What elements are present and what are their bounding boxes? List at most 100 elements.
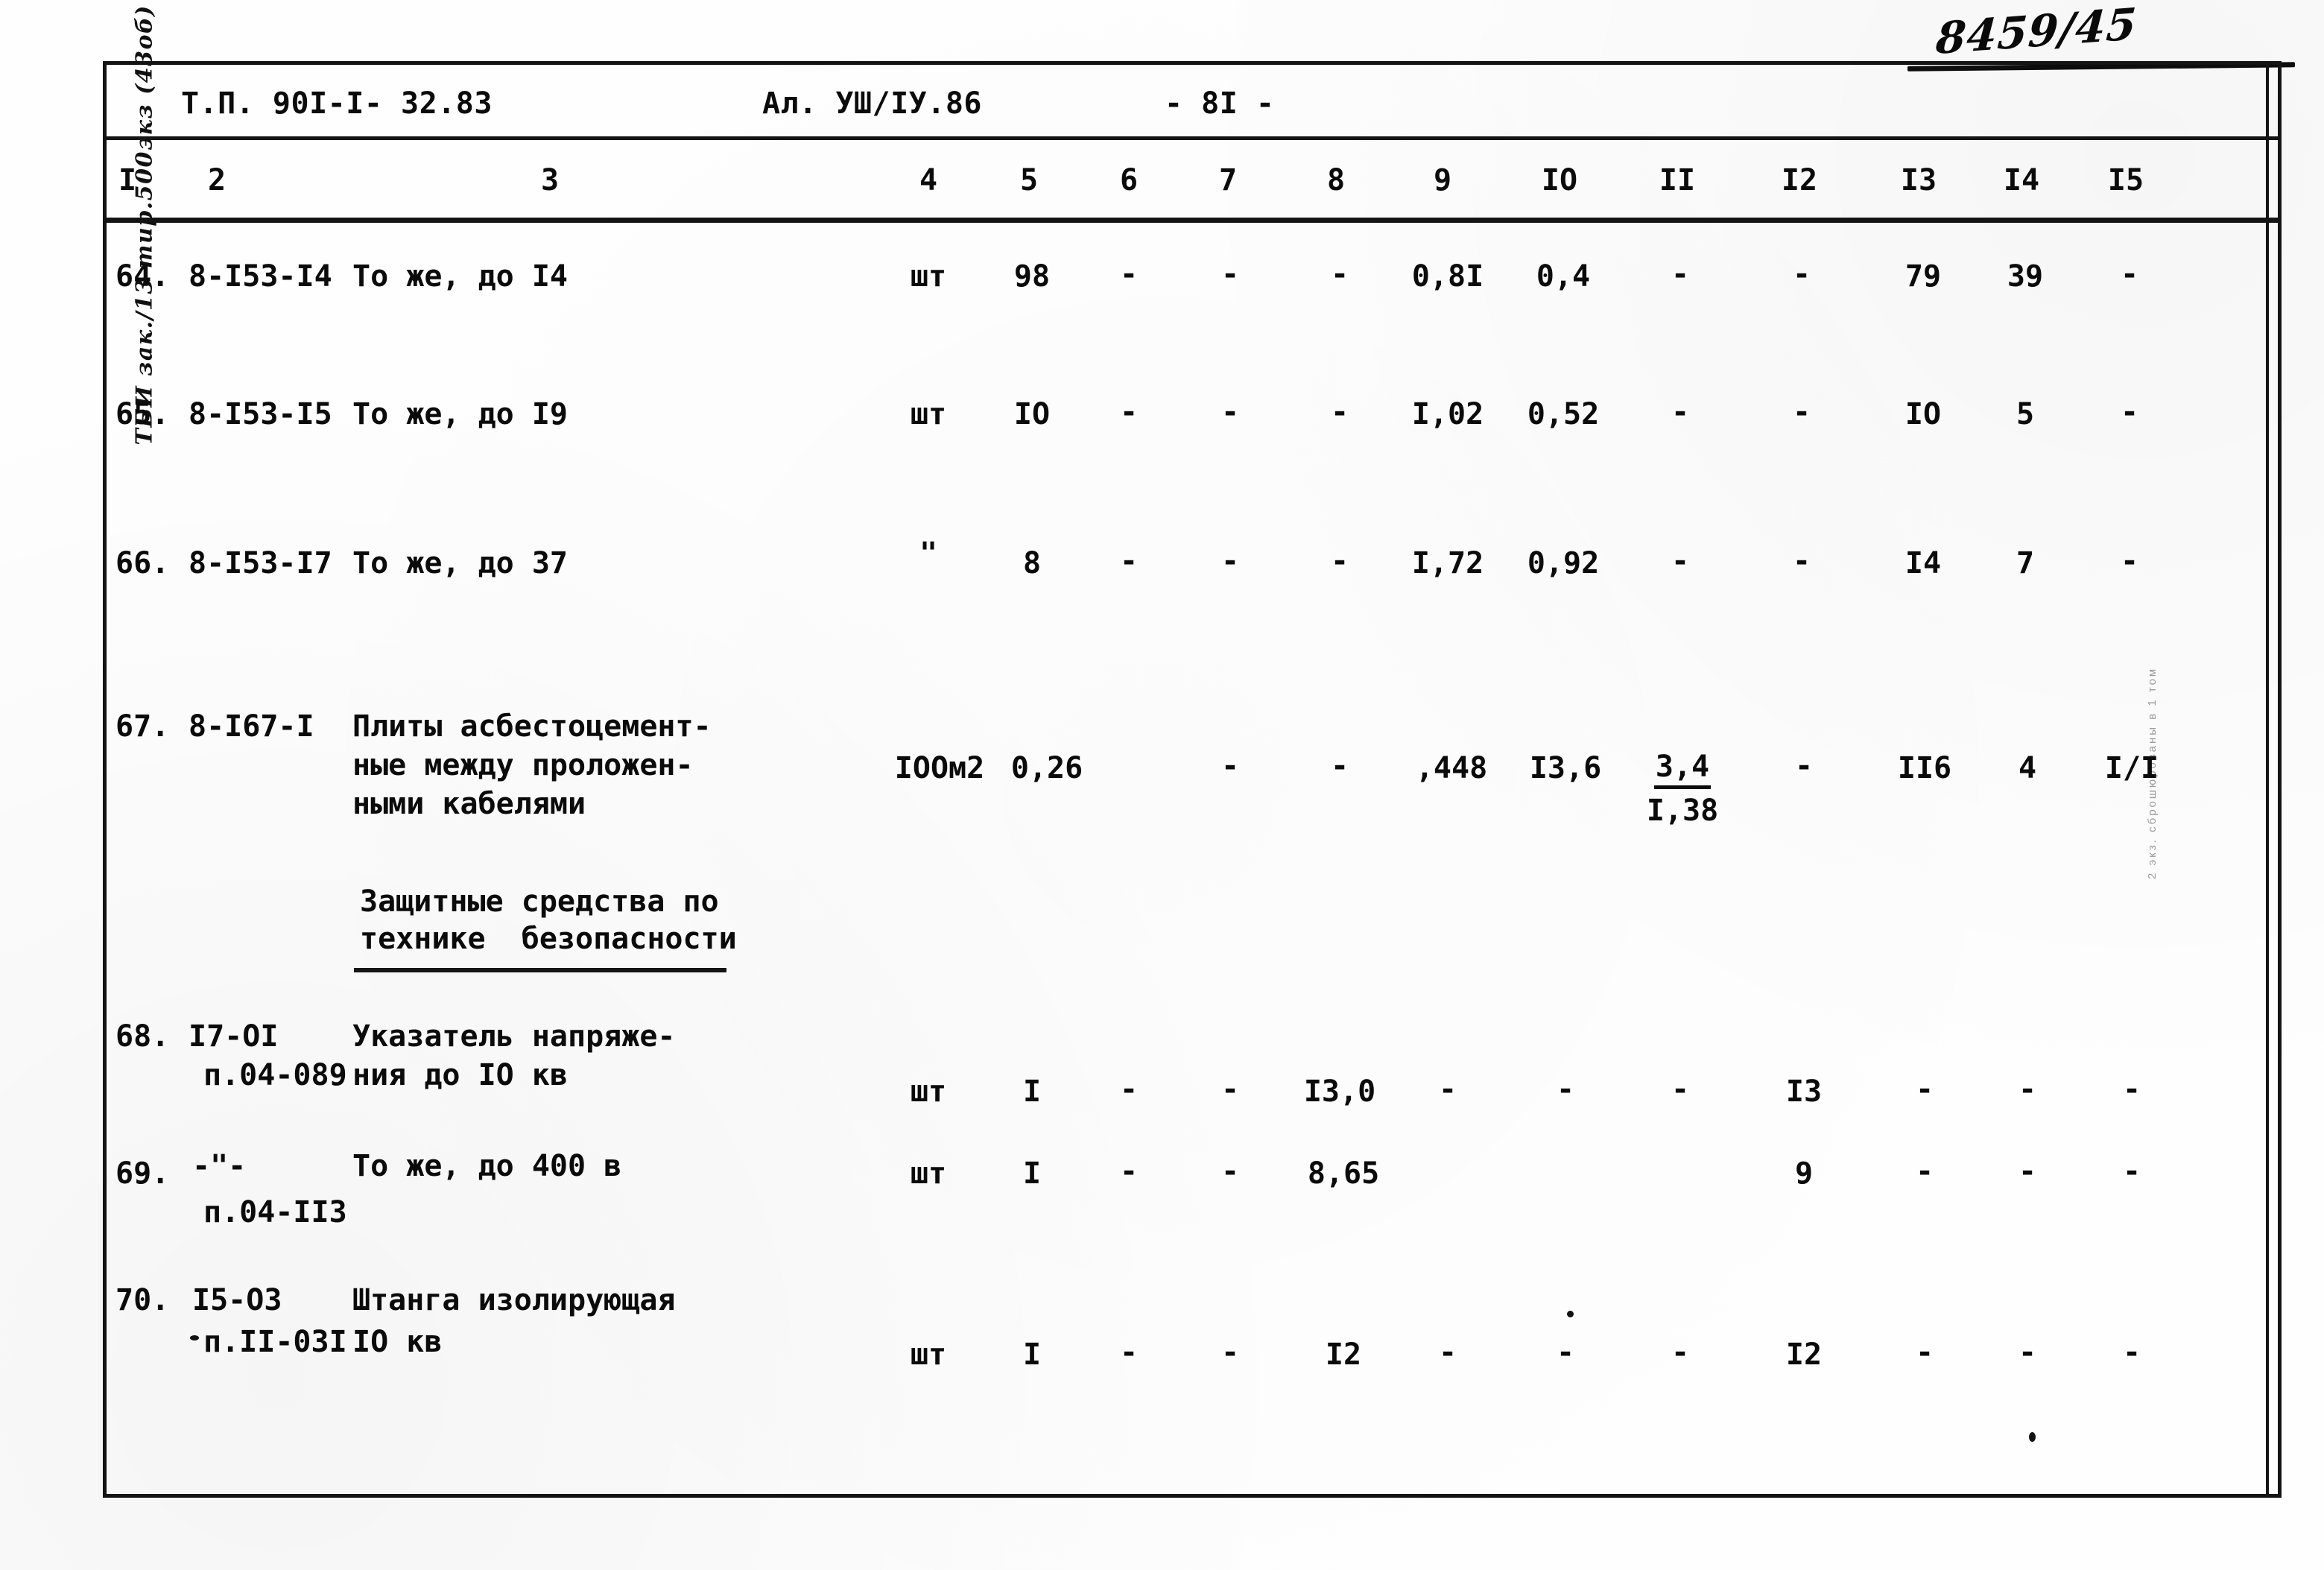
row-col11: -	[1671, 1072, 1690, 1107]
column-number-11: II	[1659, 163, 1696, 197]
row-col7: -	[1220, 257, 1240, 291]
row-code: I5-O3	[192, 1283, 282, 1317]
row-col5: 98	[1013, 259, 1051, 294]
row-col15: -	[2120, 544, 2139, 578]
column-number-4: 4	[919, 163, 938, 197]
column-number-6: 6	[1119, 163, 1139, 197]
row-col5: 0,26	[1010, 751, 1083, 785]
row-col6: -	[1119, 1335, 1139, 1370]
column-number-12: I2	[1781, 163, 1818, 197]
row-col7: -	[1220, 1154, 1240, 1188]
row-col6: -	[1119, 257, 1139, 291]
row-col14: -	[2018, 1072, 2037, 1107]
row-col10: 0,4	[1536, 259, 1591, 294]
row-col15: -	[2120, 395, 2139, 429]
row-index: 64.	[115, 259, 170, 294]
row-col15: -	[2122, 1154, 2141, 1188]
row-description: То же, до I4	[352, 259, 568, 294]
row-col9: I,72	[1411, 546, 1484, 580]
section-heading-line1: Защитные средства по	[360, 884, 719, 919]
column-number-7: 7	[1218, 163, 1238, 197]
scan-speck	[190, 1335, 199, 1340]
row-col11: -	[1671, 1335, 1690, 1370]
row-col7: -	[1220, 1335, 1240, 1370]
row-col13: II6	[1897, 751, 1952, 785]
column-number-1: I	[118, 163, 137, 197]
row-col10: I3,6	[1529, 751, 1602, 785]
row-description-line1: Указатель напряже-	[352, 1019, 676, 1054]
row-col9: -	[1438, 1072, 1457, 1107]
row-col8: -	[1330, 257, 1349, 291]
row-col14: 39	[2007, 259, 2044, 294]
row-col6: -	[1119, 395, 1139, 429]
row-col7: -	[1220, 1072, 1240, 1107]
row-col12: -	[1794, 749, 1814, 783]
row-code-ditto: -"-	[192, 1149, 247, 1183]
row-index: 69.	[115, 1156, 170, 1191]
row-description-line1: Штанга изолирующая	[352, 1283, 676, 1317]
row-col12: -	[1792, 395, 1811, 429]
fraction-numerator: 3,4	[1653, 749, 1712, 789]
row-col14: 5	[2016, 397, 2035, 431]
row-col8: I2	[1325, 1338, 1362, 1372]
row-code-2: п.04-089	[203, 1058, 347, 1092]
row-col8: -	[1330, 544, 1349, 578]
row-col10: -	[1556, 1335, 1575, 1370]
row-col8: -	[1330, 749, 1349, 783]
column-number-10: IO	[1541, 163, 1578, 197]
header-divider-rule	[107, 218, 2278, 223]
column-number-9: 9	[1433, 163, 1452, 197]
row-col14: -	[2018, 1335, 2037, 1370]
row-unit: шт	[910, 397, 947, 431]
row-col13: I4	[1905, 546, 1942, 580]
row-col11-fraction: 3,4 I,38	[1623, 749, 1742, 829]
row-col10: 0,52	[1527, 397, 1600, 431]
row-index: 65.	[115, 397, 170, 431]
row-col14: 4	[2018, 751, 2037, 785]
row-col12: 9	[1794, 1156, 1814, 1191]
row-description-line1: Плиты асбестоцемент-	[352, 709, 712, 744]
row-code-2: п.II-03I	[203, 1325, 347, 1359]
title-divider-rule	[107, 136, 2278, 140]
row-col9: I,02	[1411, 397, 1484, 431]
row-unit: шт	[910, 259, 947, 294]
row-col5: I	[1022, 1156, 1042, 1191]
row-col6: -	[1119, 544, 1139, 578]
row-col15: -	[2120, 257, 2139, 291]
section-heading: Защитные средства по технике безопасност…	[360, 883, 737, 957]
row-unit: шт	[910, 1074, 947, 1109]
row-col7: -	[1220, 749, 1240, 783]
row-col10: 0,92	[1527, 546, 1600, 580]
row-code: 8-I53-I7	[189, 546, 332, 580]
frame-inner-right-rule	[2266, 65, 2269, 1494]
row-col12: I2	[1785, 1338, 1823, 1372]
row-col13: IO	[1905, 397, 1942, 431]
row-col11: -	[1671, 544, 1690, 578]
row-col12: -	[1792, 544, 1811, 578]
row-unit: шт	[910, 1156, 947, 1191]
row-col8: 8,65	[1307, 1156, 1380, 1191]
row-code-2: п.04-II3	[203, 1195, 347, 1229]
scanned-page: 8459/45 ТБИ зак./13 тир.500экз (43об) 2 …	[0, 0, 2324, 1570]
row-col5: IO	[1013, 397, 1051, 431]
section-heading-line2: технике безопасности	[360, 922, 737, 956]
row-description: То же, до 37	[352, 546, 568, 580]
row-col15: -	[2122, 1072, 2141, 1107]
column-number-5: 5	[1019, 163, 1039, 197]
row-index: 67.	[115, 709, 170, 744]
album-reference: Ал. УШ/IУ.86	[762, 86, 982, 121]
row-description-line2: IO кв	[352, 1325, 443, 1359]
row-col8: -	[1330, 395, 1349, 429]
row-col7: -	[1220, 544, 1240, 578]
row-index: 68.	[115, 1019, 170, 1054]
column-number-14: I4	[2003, 163, 2040, 197]
row-col13: -	[1915, 1335, 1934, 1370]
row-col8: I3,0	[1303, 1074, 1376, 1109]
row-description: То же, до 400 в	[352, 1149, 622, 1183]
row-col11: -	[1671, 257, 1690, 291]
row-col5: I	[1022, 1338, 1042, 1372]
column-number-3: 3	[540, 163, 560, 197]
row-col14: -	[2018, 1154, 2037, 1188]
row-col11: -	[1671, 395, 1690, 429]
row-col13: -	[1915, 1154, 1934, 1188]
